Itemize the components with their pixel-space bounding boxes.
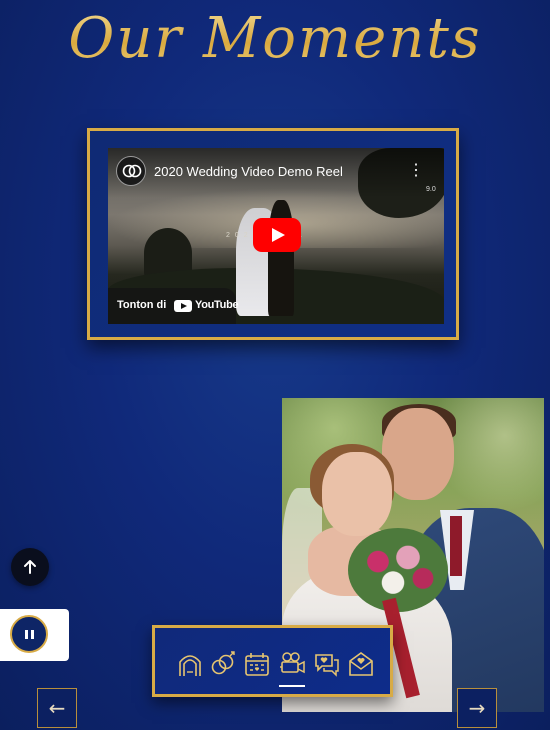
scroll-to-top-button[interactable]: [11, 548, 49, 586]
active-tab-indicator: [279, 685, 305, 687]
watch-on-label: Tonton di: [117, 299, 167, 311]
page-title: Our Moments: [0, 0, 550, 78]
prev-slide-button[interactable]: ←: [37, 688, 77, 728]
audio-control-panel: [0, 609, 69, 661]
arrow-up-icon: [24, 560, 36, 574]
more-options-icon[interactable]: ⋮: [408, 162, 424, 180]
youtube-play-icon: [174, 300, 192, 312]
photo-groom-tie: [450, 516, 462, 576]
couple-rings-icon[interactable]: [209, 650, 237, 678]
watch-on-youtube-button[interactable]: Tonton di YouTube: [108, 288, 239, 324]
photo-bride-face: [322, 452, 392, 536]
play-button[interactable]: [253, 218, 301, 252]
pause-icon: [25, 630, 28, 639]
video-camera-icon[interactable]: [278, 650, 306, 678]
video-side-number: 9.0: [426, 186, 436, 193]
video-title[interactable]: 2020 Wedding Video Demo Reel: [154, 164, 343, 179]
video-frame: 2020 REEL 2020 Wedding Video Demo Reel ⋮…: [87, 128, 459, 340]
pause-icon: [31, 630, 34, 639]
audio-pause-button[interactable]: [10, 615, 48, 653]
calendar-icon[interactable]: [243, 650, 271, 678]
photo-bouquet: [348, 528, 448, 612]
love-letter-icon[interactable]: [347, 650, 375, 678]
bottom-navigation: [152, 625, 393, 697]
youtube-wordmark: YouTube: [195, 299, 239, 311]
wedding-arch-icon[interactable]: [176, 650, 204, 678]
channel-avatar-icon[interactable]: [116, 156, 146, 186]
chat-bubbles-icon[interactable]: [313, 650, 341, 678]
youtube-embed[interactable]: 2020 REEL 2020 Wedding Video Demo Reel ⋮…: [108, 148, 444, 324]
next-slide-button[interactable]: →: [457, 688, 497, 728]
